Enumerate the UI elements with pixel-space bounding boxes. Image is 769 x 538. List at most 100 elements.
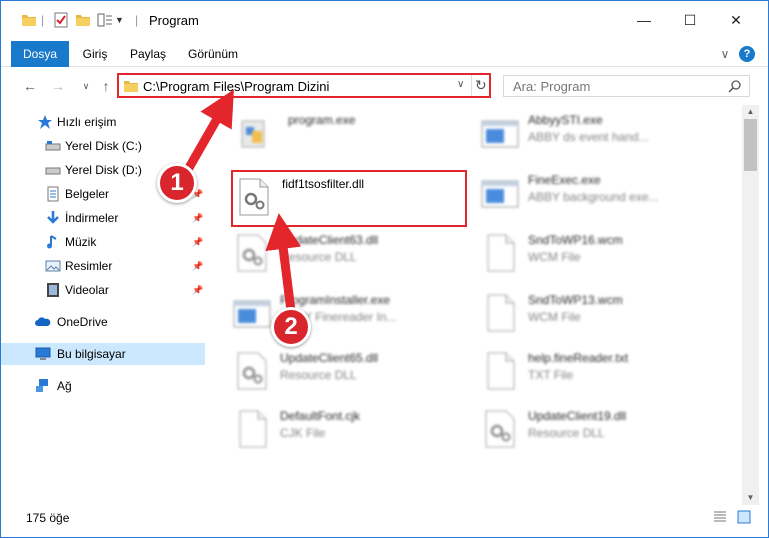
scrollbar-thumb[interactable] [744,119,757,171]
nav-label: İndirmeler [65,211,119,225]
file-item[interactable]: SndToWP16.wcm WCM File [480,227,720,279]
network-icon [36,379,48,392]
refresh-icon[interactable]: ↻ [475,77,487,94]
file-name: SndToWP16.wcm [528,233,623,247]
nav-network[interactable]: Ağ [1,375,205,397]
status-bar: 175 öğe [1,507,768,529]
tab-view[interactable]: Görünüm [181,41,245,67]
cloud-icon [35,317,51,326]
file-item[interactable]: ProgramInstaller.exe ABBY Finereader In.… [232,287,472,339]
nav-quick-access[interactable]: Hızlı erişim [1,111,205,133]
file-description: WCM File [528,250,581,264]
tab-file[interactable]: Dosya [11,41,69,67]
file-icon [487,234,515,272]
pin-icon[interactable]: 📌 [192,213,203,224]
file-item[interactable]: FineExec.exe ABBY background exe... [480,167,720,219]
app-icon [481,120,519,148]
file-description: TXT File [528,368,574,382]
details-view-icon[interactable] [713,510,727,524]
file-name: FineExec.exe [528,173,601,187]
item-count: 175 öğe [26,511,70,525]
separator: | [135,13,139,27]
exe-icon [241,120,265,148]
nav-onedrive[interactable]: OneDrive [1,311,205,333]
pin-icon[interactable]: 📌 [192,261,203,272]
video-icon [47,283,59,297]
nav-this-pc[interactable]: Bu bilgisayar [1,343,205,365]
large-icons-view-icon[interactable] [737,510,751,524]
nav-label: Yerel Disk (D:) [65,163,142,177]
pin-icon[interactable]: 📌 [192,237,203,248]
dll-icon [485,410,515,448]
nav-label: Resimler [65,259,113,273]
chevron-down-icon[interactable]: ∨ [717,41,733,67]
file-description: WCM File [528,310,581,324]
view-icon[interactable] [97,11,113,29]
scroll-up-icon[interactable]: ▲ [745,107,756,119]
drive-icon [45,141,61,151]
minimize-button[interactable]: — [621,9,667,31]
nav-local-disk-c[interactable]: Yerel Disk (C:) [1,135,205,157]
highlight-box [231,170,467,227]
up-arrow-icon[interactable]: ↑ [97,77,115,95]
nav-label: Hızlı erişim [57,115,117,129]
back-arrow-icon[interactable]: ← [21,77,39,95]
file-item[interactable]: DefaultFont.cjk CJK File [232,403,472,455]
download-icon [47,211,59,224]
tab-share[interactable]: Paylaş [125,41,171,67]
nav-label: Ağ [57,379,72,393]
file-item[interactable]: program.exe [234,107,474,159]
nav-label: Videolar [65,283,109,297]
pictures-icon [45,260,61,272]
search-input[interactable]: Ara: Program [503,75,750,97]
properties-icon[interactable] [53,11,69,29]
chevron-down-icon[interactable]: ▼ [115,11,124,29]
tab-home[interactable]: Giriş [73,41,117,67]
file-name: SndToWP13.wcm [528,293,623,307]
file-name: AbbyySTI.exe [528,113,603,127]
file-description: Resource DLL [280,250,357,264]
help-icon[interactable]: ? [739,46,755,62]
search-placeholder: Ara: Program [513,79,591,94]
file-item[interactable]: help.fineReader.txt TXT File [480,345,720,397]
pin-icon[interactable]: 📌 [192,285,203,296]
app-icon [481,180,519,208]
maximize-button[interactable]: ☐ [667,9,713,31]
drive-icon [45,167,61,175]
separator: | [41,13,45,27]
dll-icon [237,234,267,272]
address-row: ← → ∨ ↑ C:\Program Files\Program Dizini … [1,68,768,104]
nav-pictures[interactable]: Resimler 📌 [1,255,205,277]
close-button[interactable]: ✕ [713,9,759,31]
nav-label: Müzik [65,235,97,249]
nav-music[interactable]: Müzik 📌 [1,231,205,253]
file-item[interactable]: UpdateClient63.dll Resource DLL [232,227,472,279]
file-name: program.exe [288,113,356,127]
forward-arrow-icon[interactable]: → [49,77,67,95]
new-folder-icon[interactable] [75,11,91,29]
file-item[interactable]: SndToWP13.wcm WCM File [480,287,720,339]
file-description: Resource DLL [280,368,357,382]
dll-icon [237,352,267,390]
nav-label: Yerel Disk (C:) [65,139,142,153]
file-item[interactable]: UpdateClient19.dll Resource DLL [480,403,720,455]
chevron-down-icon[interactable]: ∨ [457,79,464,90]
folder-icon [21,11,37,29]
recent-dropdown-icon[interactable]: ∨ [77,77,95,95]
file-icon [487,352,515,390]
folder-icon [124,81,138,92]
step-badge-1: 1 [157,163,197,203]
file-item[interactable]: AbbyySTI.exe ABBY ds event hand... [480,107,720,159]
file-item[interactable]: UpdateClient65.dll Resource DLL [232,345,472,397]
nav-label: OneDrive [57,315,108,329]
scroll-down-icon[interactable]: ▼ [745,493,756,505]
search-icon[interactable] [728,80,741,93]
app-icon [233,300,271,328]
file-list: program.exe AbbyySTI.exe ABBY ds event h… [208,105,742,505]
nav-videos[interactable]: Videolar 📌 [1,279,205,301]
explorer-window: | ▼ | Program — ☐ ✕ Dosya Giriş Paylaş G… [0,0,769,538]
separator [471,75,472,96]
nav-downloads[interactable]: İndirmeler 📌 [1,207,205,229]
ribbon-tabs: Dosya Giriş Paylaş Görünüm ∨ ? [1,41,768,67]
address-bar[interactable]: C:\Program Files\Program Dizini ∨ ↻ [117,73,491,98]
